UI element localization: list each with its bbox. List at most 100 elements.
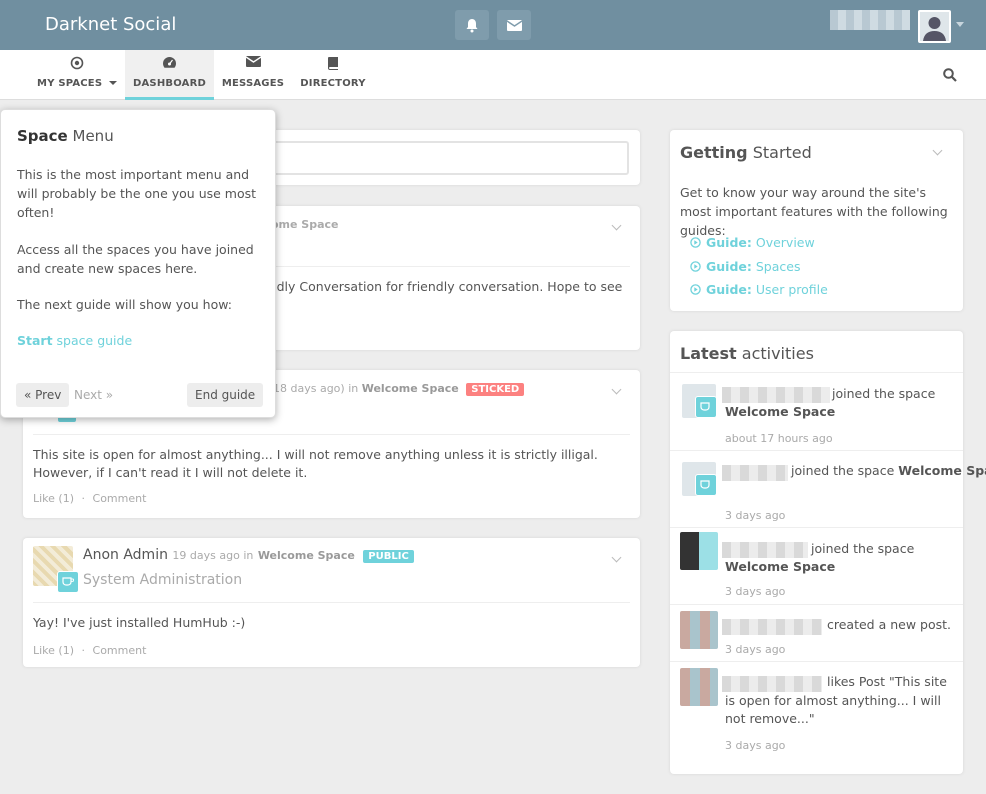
user-menu-caret-icon[interactable] [956,22,964,27]
chevron-down-icon[interactable] [932,145,943,156]
user-name-blurred[interactable] [722,387,830,403]
user-silhouette-icon [923,17,946,41]
notifications-button[interactable] [455,10,489,40]
post-body: This site is open for almost anything...… [33,447,598,480]
like-link[interactable]: Like (1) [33,492,74,505]
envelope-icon [245,56,261,67]
guide-link-label: User profile [755,282,828,297]
title-bold: Latest [680,344,737,363]
guide-link[interactable]: Guide: Overview [690,235,815,250]
title-rest: activities [741,344,814,363]
user-name-blurred[interactable] [722,619,822,635]
activity-time: about 17 hours ago [725,432,833,445]
user-avatar[interactable] [918,10,951,43]
post-body: endly Conversation for friendly conversa… [261,279,623,294]
play-circle-icon [690,284,701,295]
end-guide-button[interactable]: End guide [187,383,264,407]
activity-action: created a new post. [827,617,951,632]
activity-target-link[interactable]: Welcome Space [725,404,835,419]
comment-link[interactable]: Comment [93,492,147,505]
next-button[interactable]: Next » [66,383,121,407]
user-avatar[interactable] [680,611,718,649]
post-body: Yay! I've just installed HumHub :-) [33,615,246,630]
envelope-icon [506,19,522,31]
guide-paragraph-1: This is the most important menu and will… [17,167,257,220]
guide-link[interactable]: Guide: User profile [690,282,828,297]
guide-title-rest: Menu [72,127,114,145]
getting-started-panel: Getting Started Get to know your way aro… [670,130,963,311]
nav-messages[interactable]: MESSAGES [216,50,290,100]
activity-item[interactable]: created a new post. 3 days ago [670,604,963,661]
nav-my-spaces-label: MY SPACES [37,78,103,89]
top-bar: Darknet Social [0,0,986,50]
activity-action: joined the space [832,386,936,401]
post-space-link[interactable]: ome Space [271,218,339,231]
nav-dashboard-label: DASHBOARD [132,78,206,89]
chevron-down-icon[interactable] [611,552,622,563]
activity-item[interactable]: joined the space Welcome Space 3 days ago [670,450,986,527]
user-name-blurred[interactable] [722,465,788,481]
activity-action: joined the space [791,463,895,478]
comment-link[interactable]: Comment [93,644,147,657]
author-name[interactable]: Anon Admin [83,547,168,563]
activity-target-link[interactable]: Welcome Space [725,559,835,574]
panel-title: Latest activities [680,344,814,363]
post-input[interactable] [263,141,629,175]
nav-directory[interactable]: DIRECTORY [296,50,370,100]
chevron-down-icon[interactable] [611,220,622,231]
intro-text: Get to know your way around the site's m… [680,185,948,238]
post-time: 19 days ago in [172,549,254,562]
user-name-blurred[interactable] [722,542,808,558]
caret-down-icon [108,81,117,85]
activity-action: joined the space [811,541,915,556]
user-avatar[interactable] [680,532,718,570]
activity-time: 3 days ago [725,739,786,752]
title-bold: Getting [680,143,748,162]
user-avatar[interactable] [680,668,718,706]
divider [33,602,630,603]
sub-navigation: MY SPACES DASHBOARD MESSAGES DIRECTORY [0,50,986,100]
panel-title: Getting Started [680,143,812,162]
guide-link-label: Spaces [755,259,801,274]
nav-messages-label: MESSAGES [221,78,285,89]
space-icon [57,571,79,593]
chevron-down-icon[interactable] [611,384,622,395]
dot-circle-icon [70,56,84,70]
messages-button[interactable] [497,10,531,40]
space-icon [695,396,717,418]
activity-time: 3 days ago [725,585,786,598]
separator-dot: · [81,492,86,505]
guide-link-bold: Guide: [706,282,752,297]
coffee-icon [62,577,74,586]
activity-text: joined the space Welcome Space [791,463,986,478]
brand-title[interactable]: Darknet Social [45,14,176,35]
activity-item[interactable]: likes Post "This site is open for almost… [670,661,963,761]
activity-item[interactable]: joined the space Welcome Space 3 days ago [670,527,963,604]
start-space-guide-link[interactable]: Start space guide [17,333,132,348]
post-card-3: Anon Admin 19 days ago in Welcome Space … [23,538,640,667]
post-time: 18 days ago) in [273,382,359,395]
nav-dashboard[interactable]: DASHBOARD [125,50,214,100]
guide-link-label: Overview [755,235,815,250]
search-icon[interactable] [943,68,957,82]
play-circle-icon [690,237,701,248]
activity-item[interactable]: joined the space Welcome Space about 17 ho… [670,372,963,450]
guide-link[interactable]: Guide: Spaces [690,259,800,274]
play-circle-icon [690,261,701,272]
user-name-blurred[interactable] [830,10,910,30]
guide-title-bold: Space [17,127,68,145]
dashboard-icon [163,57,176,68]
activity-target-link[interactable]: Welcome Space [898,463,986,478]
prev-button[interactable]: « Prev [16,383,70,407]
post-space-link[interactable]: Welcome Space [362,382,459,395]
activity-time: 3 days ago [725,643,786,656]
post-space-link[interactable]: Welcome Space [258,549,355,562]
coffee-icon [700,480,710,489]
like-link[interactable]: Like (1) [33,644,74,657]
nav-my-spaces[interactable]: MY SPACES [32,50,122,100]
sticked-badge: STICKED [466,383,525,396]
book-icon [327,57,338,70]
post-author: Anon Admin 19 days ago in Welcome Space … [83,547,414,563]
guide-link-bold: Guide: [706,259,752,274]
guide-link-bold: Guide: [706,235,752,250]
